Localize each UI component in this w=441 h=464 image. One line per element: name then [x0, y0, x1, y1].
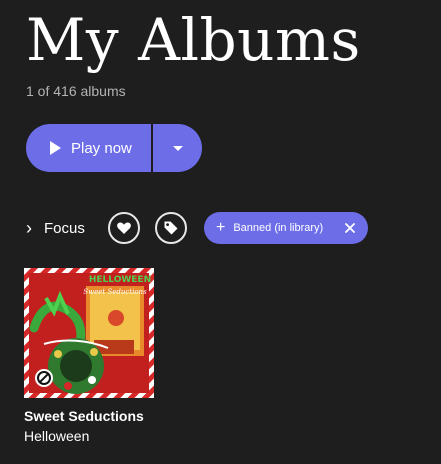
- cover-album-text: Sweet Seductions: [83, 288, 147, 296]
- chevron-right-icon: ›: [26, 218, 32, 238]
- play-now-label: Play now: [71, 139, 132, 157]
- banned-icon: [35, 369, 53, 387]
- album-title[interactable]: Sweet Seductions: [24, 407, 154, 425]
- chip-label: Banned (in library): [233, 222, 324, 234]
- play-button-group: Play now: [26, 124, 202, 172]
- chevron-down-icon: [172, 145, 183, 151]
- focus-label: Focus: [44, 219, 85, 237]
- focus-toggle[interactable]: › Focus: [26, 212, 85, 244]
- banned-filter-chip[interactable]: + Banned (in library): [204, 212, 368, 244]
- play-options-button[interactable]: [153, 124, 202, 172]
- favorite-filter-button[interactable]: [108, 212, 140, 244]
- play-icon: [50, 141, 61, 155]
- tag-filter-button[interactable]: [155, 212, 187, 244]
- album-count: 1 of 416 albums: [26, 83, 126, 99]
- filter-bar: › Focus + Banned (in library): [26, 212, 426, 244]
- album-cover[interactable]: HELLOWEEN Sweet Seductions: [24, 268, 154, 398]
- album-card: HELLOWEEN Sweet Seductions Sweet Seducti…: [24, 268, 154, 445]
- albums-page: My Albums 1 of 416 albums Play now › Foc…: [0, 0, 441, 464]
- cover-band-text: HELLOWEEN: [89, 275, 151, 285]
- heart-icon: [117, 222, 131, 234]
- page-title: My Albums: [26, 6, 361, 74]
- plus-icon: +: [216, 219, 226, 236]
- tag-icon: [164, 221, 178, 235]
- play-now-button[interactable]: Play now: [26, 124, 151, 172]
- close-icon[interactable]: [342, 220, 358, 236]
- album-artist[interactable]: Helloween: [24, 427, 154, 445]
